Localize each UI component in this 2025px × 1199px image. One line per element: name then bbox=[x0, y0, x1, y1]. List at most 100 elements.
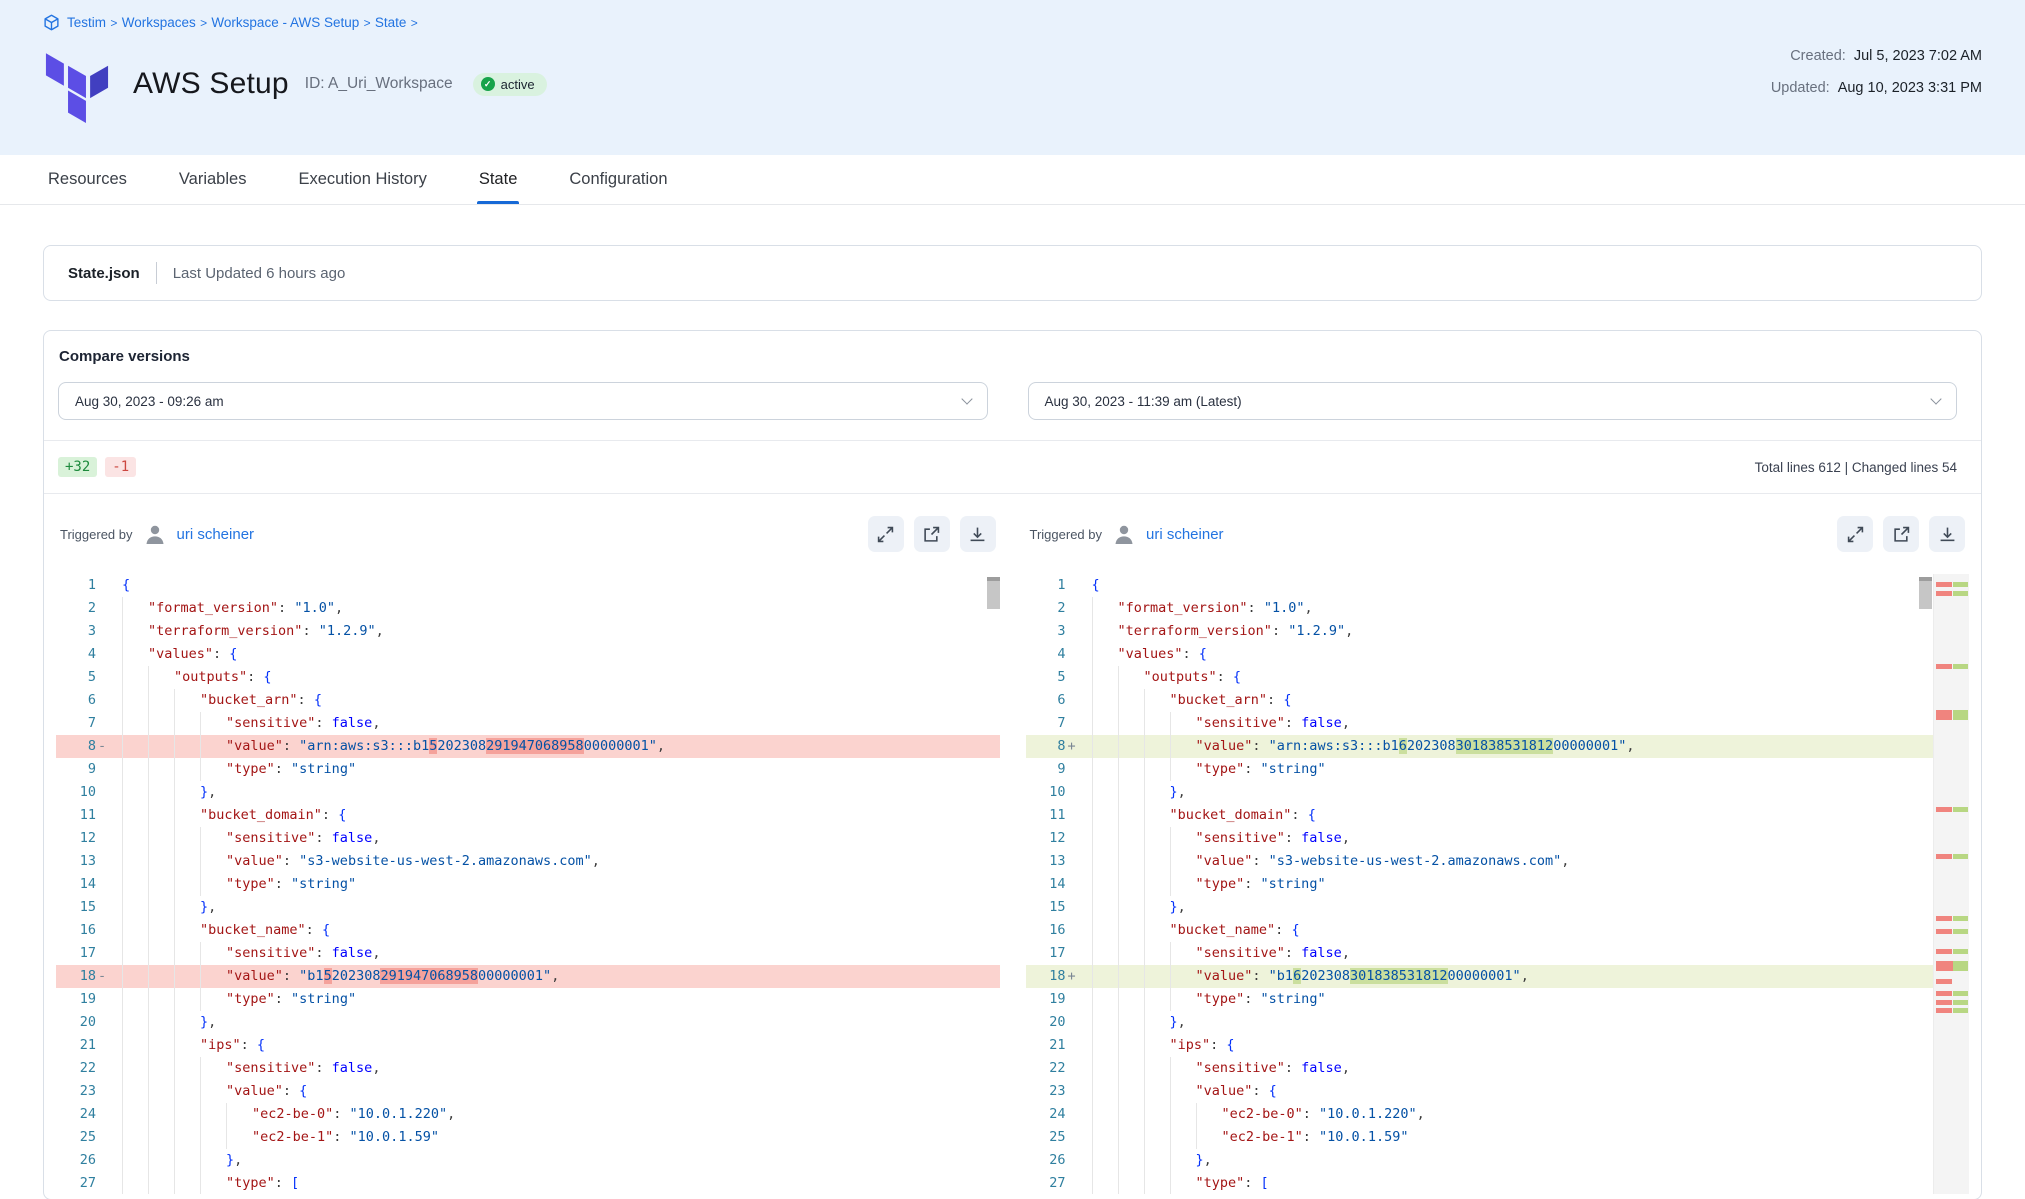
ruler-removed-mark bbox=[1936, 991, 1952, 996]
indent-guide bbox=[200, 1057, 226, 1080]
code-line: 13"value": "s3-website-us-west-2.amazona… bbox=[1026, 850, 1970, 873]
diff-editor: Triggered by uri scheiner bbox=[44, 494, 1981, 1194]
fullscreen-icon bbox=[877, 526, 894, 543]
line-number: 9 bbox=[56, 758, 96, 781]
indent-guide bbox=[1170, 1172, 1196, 1194]
indent-guide bbox=[1170, 827, 1196, 850]
code-line: 16"bucket_name": { bbox=[56, 919, 1000, 942]
code-line: 5"outputs": { bbox=[1026, 666, 1970, 689]
code-editor-original[interactable]: 1{2"format_version": "1.0",3"terraform_v… bbox=[56, 574, 1000, 1194]
line-number: 18 bbox=[56, 965, 96, 988]
line-number: 10 bbox=[1026, 781, 1066, 804]
breadcrumb-link[interactable]: Testim bbox=[67, 15, 106, 30]
line-number: 19 bbox=[56, 988, 96, 1011]
code-line: 11"bucket_domain": { bbox=[56, 804, 1000, 827]
added-lines-chip: +32 bbox=[58, 457, 97, 477]
code-line: 27"type": [ bbox=[1026, 1172, 1970, 1194]
indent-guide bbox=[1092, 597, 1118, 620]
line-number: 7 bbox=[1026, 712, 1066, 735]
indent-guide bbox=[122, 666, 148, 689]
indent-guide bbox=[1144, 1149, 1170, 1172]
code-line: 9"type": "string" bbox=[56, 758, 1000, 781]
indent-guide bbox=[1144, 850, 1170, 873]
ruler-removed-mark bbox=[1936, 929, 1952, 934]
code-line: 18+"value": "b16202308301838531812000000… bbox=[1026, 965, 1970, 988]
breadcrumb-link[interactable]: Workspace - AWS Setup bbox=[211, 15, 359, 30]
download-button[interactable] bbox=[960, 516, 996, 552]
fullscreen-button[interactable] bbox=[868, 516, 904, 552]
tab-variables[interactable]: Variables bbox=[177, 155, 249, 204]
ruler-removed-mark bbox=[1936, 854, 1952, 859]
diff-sign bbox=[1066, 574, 1082, 597]
indent-guide bbox=[148, 1126, 174, 1149]
indent-guide bbox=[1170, 850, 1196, 873]
code-line: 8+"value": "arn:aws:s3:::b16202308301838… bbox=[1026, 735, 1970, 758]
line-number: 16 bbox=[56, 919, 96, 942]
diff-sign bbox=[1066, 1126, 1082, 1149]
indent-guide bbox=[148, 988, 174, 1011]
diff-sign bbox=[1066, 827, 1082, 850]
breadcrumb-link[interactable]: Workspaces bbox=[122, 15, 196, 30]
indent-guide bbox=[1092, 942, 1118, 965]
diff-overview-ruler[interactable] bbox=[1933, 574, 1969, 1194]
ruler-added-mark bbox=[1953, 807, 1968, 812]
terraform-logo bbox=[43, 45, 111, 123]
indent-guide bbox=[1092, 781, 1118, 804]
triggered-by-user-link[interactable]: uri scheiner bbox=[1146, 526, 1224, 543]
code-line: 16"bucket_name": { bbox=[1026, 919, 1970, 942]
download-button[interactable] bbox=[1929, 516, 1965, 552]
indent-guide bbox=[200, 1080, 226, 1103]
diff-sign bbox=[1066, 873, 1082, 896]
indent-guide bbox=[1092, 712, 1118, 735]
breadcrumb-link[interactable]: State bbox=[375, 15, 407, 30]
vertical-scrollbar-thumb[interactable] bbox=[987, 577, 1000, 609]
indent-guide bbox=[1118, 1080, 1144, 1103]
tab-configuration[interactable]: Configuration bbox=[567, 155, 669, 204]
triggered-by-user-link[interactable]: uri scheiner bbox=[177, 526, 255, 543]
line-number: 5 bbox=[1026, 666, 1066, 689]
open-in-new-button[interactable] bbox=[1883, 516, 1919, 552]
indent-guide bbox=[122, 965, 148, 988]
indent-guide bbox=[1170, 942, 1196, 965]
indent-guide bbox=[122, 896, 148, 919]
indent-guide bbox=[1092, 1080, 1118, 1103]
tab-resources[interactable]: Resources bbox=[46, 155, 129, 204]
indent-guide bbox=[200, 827, 226, 850]
open-in-new-button[interactable] bbox=[914, 516, 950, 552]
version-select-right[interactable]: Aug 30, 2023 - 11:39 am (Latest) bbox=[1028, 382, 1958, 420]
ruler-removed-mark bbox=[1936, 807, 1952, 812]
indent-guide bbox=[174, 758, 200, 781]
tab-execution-history[interactable]: Execution History bbox=[296, 155, 428, 204]
code-line: 9"type": "string" bbox=[1026, 758, 1970, 781]
diff-sign bbox=[1066, 1103, 1082, 1126]
indent-guide bbox=[1118, 1034, 1144, 1057]
indent-guide bbox=[1118, 942, 1144, 965]
diff-sign bbox=[96, 850, 112, 873]
code-line: 1{ bbox=[1026, 574, 1970, 597]
ruler-removed-mark bbox=[1936, 582, 1952, 587]
indent-guide bbox=[1144, 942, 1170, 965]
line-number: 26 bbox=[1026, 1149, 1066, 1172]
indent-guide bbox=[1092, 850, 1118, 873]
tab-state[interactable]: State bbox=[477, 155, 520, 204]
version-select-left[interactable]: Aug 30, 2023 - 09:26 am bbox=[58, 382, 988, 420]
line-number: 6 bbox=[56, 689, 96, 712]
fullscreen-button[interactable] bbox=[1837, 516, 1873, 552]
code-line: 11"bucket_domain": { bbox=[1026, 804, 1970, 827]
diff-sign bbox=[96, 942, 112, 965]
vertical-scrollbar-thumb[interactable] bbox=[1919, 577, 1932, 609]
code-line: 2"format_version": "1.0", bbox=[1026, 597, 1970, 620]
diff-sign bbox=[96, 1172, 112, 1194]
code-line: 4"values": { bbox=[1026, 643, 1970, 666]
indent-guide bbox=[174, 1103, 200, 1126]
indent-guide bbox=[1144, 735, 1170, 758]
indent-guide bbox=[1092, 827, 1118, 850]
code-editor-modified[interactable]: 1{2"format_version": "1.0",3"terraform_v… bbox=[1026, 574, 1970, 1194]
diff-sign bbox=[1066, 620, 1082, 643]
diff-sign bbox=[1066, 1149, 1082, 1172]
indent-guide bbox=[1118, 1011, 1144, 1034]
code-line: 3"terraform_version": "1.2.9", bbox=[1026, 620, 1970, 643]
indent-guide bbox=[1144, 988, 1170, 1011]
line-number: 2 bbox=[1026, 597, 1066, 620]
ruler-added-mark bbox=[1953, 991, 1968, 996]
